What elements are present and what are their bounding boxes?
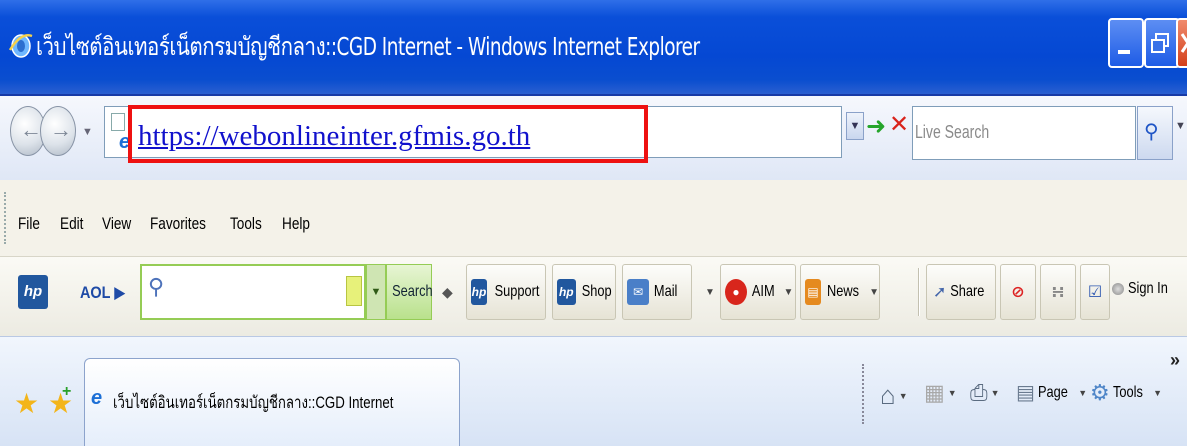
shop-button[interactable]: hp Shop (552, 264, 616, 320)
chevron-down-icon: ▼ (783, 286, 794, 298)
back-arrow-icon: ← (20, 117, 42, 142)
news-button[interactable]: ▤ News ▼ (800, 264, 880, 320)
gear-icon: ⚙ (1090, 380, 1110, 405)
aol-logo[interactable]: AOL ▶ (80, 283, 125, 303)
print-button[interactable]: ⎙ ▼ (970, 380, 1000, 406)
hp-logo-icon[interactable]: hp (18, 275, 48, 309)
printer-icon: ⎙ (970, 380, 988, 405)
aim-label: AIM (751, 283, 775, 300)
command-bar-grip (862, 364, 865, 424)
news-label: News (827, 283, 860, 300)
share-button[interactable]: ➚ Share (926, 264, 996, 320)
minimize-icon (1118, 50, 1130, 54)
aim-button[interactable]: ● AIM ▼ (720, 264, 796, 320)
forward-button[interactable]: → (40, 106, 76, 156)
chevron-down-icon: ▼ (947, 388, 957, 398)
menu-tools[interactable]: Tools (230, 214, 262, 234)
toolbar-separator (918, 268, 920, 316)
check-icon: ☑ (1087, 284, 1103, 301)
page-label: Page (1037, 383, 1068, 401)
minimize-button[interactable] (1108, 18, 1144, 68)
close-button[interactable] (1176, 18, 1187, 68)
menu-bar: File Edit View Favorites Tools Help (0, 180, 1187, 256)
tab-active[interactable]: e เว็บไซต์อินเทอร์เน็ตกรมบัญชีกลาง::CGD … (84, 358, 460, 446)
search-button[interactable]: ⚲ (1137, 106, 1173, 160)
rss-feed-icon: ▦ (924, 380, 945, 405)
share-label: Share (950, 283, 985, 300)
shop-label: Shop (581, 283, 612, 300)
aol-search-button[interactable]: Search (386, 264, 433, 320)
toolbar-grip[interactable] (4, 192, 7, 244)
pdf-icon: ⊘ (1011, 284, 1025, 301)
sign-in-label: Sign In (1128, 280, 1168, 297)
chevron-down-icon: ▼ (1153, 388, 1163, 398)
feeds-button[interactable]: ▦ ▼ (924, 380, 957, 406)
aol-search-label: Search (392, 283, 433, 300)
mail-dropdown[interactable]: ▼ (696, 264, 718, 320)
page-icon: ▤ (1016, 382, 1035, 404)
chevron-down-icon: ▼ (990, 388, 1000, 398)
tools-menu-button[interactable]: ⚙ Tools ▼ (1090, 380, 1162, 406)
add-to-favorites-icon[interactable]: ★ (48, 383, 73, 420)
aol-search-input[interactable]: ⚲ (140, 264, 366, 320)
menu-favorites[interactable]: Favorites (150, 214, 206, 234)
home-button[interactable]: ⌂ ▼ (880, 380, 908, 411)
favorites-center-star-icon[interactable]: ★ (14, 387, 39, 420)
hp-support-icon: hp (471, 279, 487, 305)
mail-label: Mail (653, 283, 678, 300)
checkbox-button[interactable]: ☑ (1080, 264, 1110, 320)
mail-button[interactable]: ✉ Mail (622, 264, 692, 320)
rss-button[interactable]: ∺ (1040, 264, 1076, 320)
news-icon: ▤ (805, 279, 822, 305)
live-search-input[interactable]: Live Search (912, 106, 1136, 160)
go-arrow-icon[interactable]: ➜ (866, 112, 886, 141)
window-title: เว็บไซต์อินเทอร์เน็ตกรมบัญชีกลาง::CGD In… (36, 32, 700, 61)
search-options-chevron-icon[interactable]: ▼ (1175, 120, 1186, 132)
page-menu-button[interactable]: ▤ Page ▼ (1016, 380, 1087, 405)
pen-icon[interactable] (346, 276, 362, 306)
ie-logo-icon (8, 34, 33, 58)
ie-tab-icon: e (91, 387, 103, 409)
menu-file[interactable]: File (18, 214, 40, 234)
close-icon (1180, 33, 1187, 53)
mail-icon: ✉ (627, 279, 649, 305)
aim-icon: ● (725, 279, 747, 305)
tab-label: เว็บไซต์อินเทอร์เน็ตกรมบัญชีกลาง::CGD In… (113, 393, 394, 412)
restore-button[interactable] (1144, 18, 1180, 68)
aol-label: AOL (80, 283, 111, 302)
pdf-button[interactable]: ⊘ (1000, 264, 1036, 320)
rss-feed-icon: ∺ (1051, 284, 1065, 301)
url-highlight-box (128, 105, 648, 163)
magnifier-icon: ⚲ (1144, 121, 1159, 143)
tools-label: Tools (1112, 384, 1143, 401)
magnifier-icon: ⚲ (148, 274, 165, 299)
page-icon (111, 113, 125, 131)
menu-help[interactable]: Help (282, 214, 310, 234)
stop-x-icon[interactable]: ✕ (888, 110, 910, 140)
chevron-down-icon: ▼ (898, 390, 908, 401)
window-title-bar[interactable]: เว็บไซต์อินเทอร์เน็ตกรมบัญชีกลาง::CGD In… (0, 0, 1187, 96)
share-arrow-icon: ➚ (932, 284, 947, 301)
restore-icon (1151, 33, 1169, 53)
recent-pages-dropdown-icon[interactable]: ▼ (82, 126, 93, 138)
home-icon: ⌂ (880, 380, 896, 410)
forward-arrow-icon: → (50, 117, 72, 142)
menu-view[interactable]: View (102, 214, 131, 234)
address-dropdown-icon[interactable]: ▼ (846, 112, 864, 140)
aol-search-dropdown-icon[interactable]: ▼ (366, 264, 386, 320)
chevron-down-icon: ▼ (705, 286, 715, 298)
chevron-down-icon: ▼ (869, 286, 879, 298)
support-label: Support (494, 283, 540, 300)
support-button[interactable]: hp Support (466, 264, 546, 320)
chevron-down-icon: ▼ (1078, 387, 1088, 398)
hp-shop-icon: hp (557, 279, 576, 305)
sign-in-link[interactable]: Sign In (1112, 280, 1178, 298)
more-commands-chevron[interactable]: » (1170, 350, 1180, 371)
toolbar-separator-icon: ◆ (442, 284, 453, 300)
menu-edit[interactable]: Edit (60, 214, 83, 234)
status-dot-icon (1112, 283, 1124, 295)
live-search-placeholder: Live Search (915, 122, 990, 142)
